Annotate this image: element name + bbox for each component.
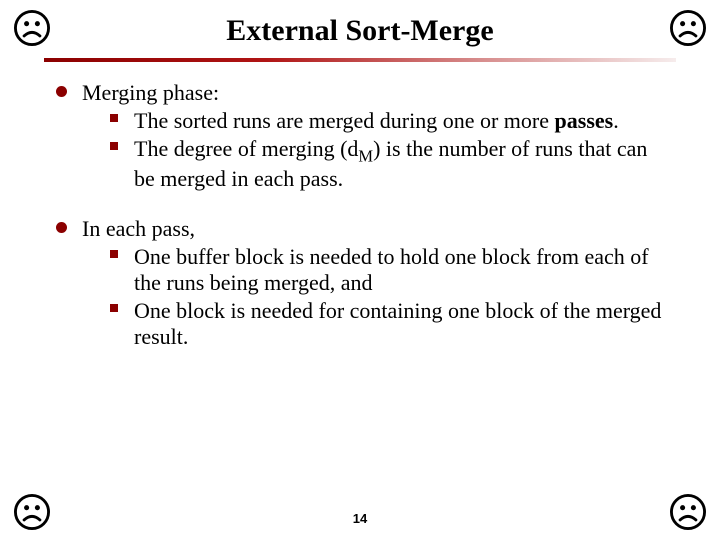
- sub-bullet-text: One block is needed for containing one b…: [134, 298, 664, 350]
- square-bullet-icon: [110, 136, 134, 192]
- sub-bullet-item: One buffer block is needed to hold one b…: [110, 244, 664, 296]
- bullet-item: Merging phase: The sorted runs are merge…: [56, 80, 664, 194]
- sub-bullet-text: One buffer block is needed to hold one b…: [134, 244, 664, 296]
- square-bullet-icon: [110, 298, 134, 350]
- sub-bullet-item: The sorted runs are merged during one or…: [110, 108, 664, 134]
- bullet-lead: In each pass,: [82, 216, 195, 241]
- circle-bullet-icon: [56, 216, 82, 352]
- page-number: 14: [0, 511, 720, 526]
- square-bullet-icon: [110, 108, 134, 134]
- slide-body: Merging phase: The sorted runs are merge…: [0, 62, 720, 351]
- slide-title: External Sort-Merge: [0, 0, 720, 48]
- sad-face-icon: [670, 10, 706, 46]
- square-bullet-icon: [110, 244, 134, 296]
- bullet-item: In each pass, One buffer block is needed…: [56, 216, 664, 352]
- sub-bullet-text: The degree of merging (dM) is the number…: [134, 136, 664, 192]
- sub-bullet-item: The degree of merging (dM) is the number…: [110, 136, 664, 192]
- bullet-lead: Merging phase:: [82, 80, 219, 105]
- sad-face-icon: [14, 10, 50, 46]
- circle-bullet-icon: [56, 80, 82, 194]
- sub-bullet-item: One block is needed for containing one b…: [110, 298, 664, 350]
- sub-bullet-text: The sorted runs are merged during one or…: [134, 108, 664, 134]
